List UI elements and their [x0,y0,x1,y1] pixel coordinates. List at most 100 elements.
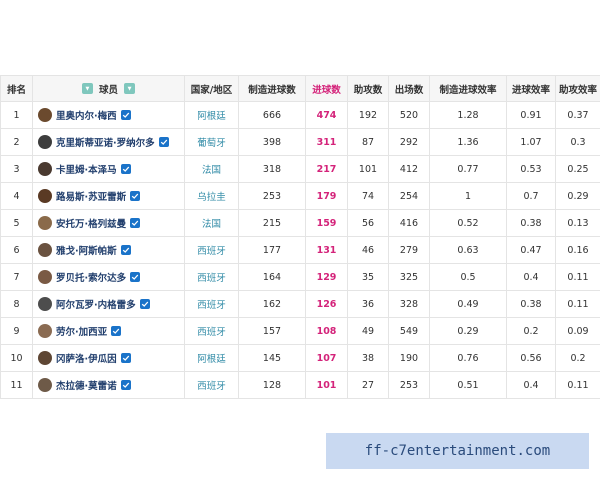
rank-cell: 5 [0,209,33,237]
avatar [38,324,52,338]
created-eff-cell: 0.63 [429,236,507,264]
goal-eff-cell: 0.2 [506,317,556,345]
player-cell[interactable]: 杰拉德·莫雷诺 [32,371,185,399]
header-country[interactable]: 国家/地区 [184,75,239,102]
verified-check-icon [130,191,141,201]
table-row[interactable]: 7 罗贝托·索尔达多 西班牙 164 129 35 325 0.5 0.4 0.11 [0,263,600,291]
avatar [38,108,52,122]
player-name[interactable]: 里奥内尔·梅西 [56,108,117,122]
country-cell: 乌拉圭 [184,182,239,210]
apps-cell: 412 [388,155,430,183]
header-goals[interactable]: 进球数 [305,75,348,102]
table-row[interactable]: 5 安托万·格列兹曼 法国 215 159 56 416 0.52 0.38 0.13 [0,209,600,237]
created-eff-cell: 0.5 [429,263,507,291]
table-row[interactable]: 3 卡里姆·本泽马 法国 318 217 101 412 0.77 0.53 0.25 [0,155,600,183]
player-cell[interactable]: 雅戈·阿斯帕斯 [32,236,185,264]
rank-cell: 9 [0,317,33,345]
header-player[interactable]: ▼ 球员 ▼ [32,75,185,102]
header-goal-eff[interactable]: 进球效率 [506,75,556,102]
verified-check-icon [111,326,122,336]
player-name[interactable]: 阿尔瓦罗·内格雷多 [56,297,136,311]
header-created[interactable]: 制造进球数 [238,75,306,102]
verified-check-icon [130,272,141,282]
created-eff-cell: 1.28 [429,101,507,129]
country-cell: 西班牙 [184,317,239,345]
filter-icon[interactable]: ▼ [81,83,93,94]
assists-cell: 46 [347,236,389,264]
header-assists[interactable]: 助攻数 [347,75,389,102]
table-row[interactable]: 2 克里斯蒂亚诺·罗纳尔多 葡萄牙 398 311 87 292 1.36 1.07 0.3 [0,128,600,156]
table-row[interactable]: 8 阿尔瓦罗·内格雷多 西班牙 162 126 36 328 0.49 0.38 0.11 [0,290,600,318]
avatar [38,243,52,257]
table-row[interactable]: 10 冈萨洛·伊瓜因 阿根廷 145 107 38 190 0.76 0.56 0.2 [0,344,600,372]
player-name[interactable]: 安托万·格列兹曼 [56,216,126,230]
player-cell[interactable]: 劳尔·加西亚 [32,317,185,345]
created-cell: 318 [238,155,306,183]
apps-cell: 325 [388,263,430,291]
rank-cell: 2 [0,128,33,156]
player-name[interactable]: 克里斯蒂亚诺·罗纳尔多 [56,135,155,149]
player-cell[interactable]: 罗贝托·索尔达多 [32,263,185,291]
created-cell: 162 [238,290,306,318]
goal-eff-cell: 0.38 [506,290,556,318]
assist-eff-cell: 0.11 [555,290,600,318]
rank-cell: 11 [0,371,33,399]
header-assist-eff[interactable]: 助攻效率 [555,75,600,102]
rank-cell: 4 [0,182,33,210]
header-player-label: 球员 [98,84,118,96]
player-name[interactable]: 罗贝托·索尔达多 [56,270,126,284]
table-row[interactable]: 11 杰拉德·莫雷诺 西班牙 128 101 27 253 0.51 0.4 0.11 [0,371,600,399]
verified-check-icon [120,164,131,174]
header-apps[interactable]: 出场数 [388,75,430,102]
table-row[interactable]: 4 路易斯·苏亚雷斯 乌拉圭 253 179 74 254 1 0.7 0.29 [0,182,600,210]
country-cell: 法国 [184,155,239,183]
assists-cell: 101 [347,155,389,183]
player-name[interactable]: 卡里姆·本泽马 [56,162,117,176]
goal-eff-cell: 0.53 [506,155,556,183]
goal-eff-cell: 0.4 [506,263,556,291]
player-name[interactable]: 劳尔·加西亚 [56,324,107,338]
rank-cell: 6 [0,236,33,264]
header-rank[interactable]: 排名 [0,75,33,102]
player-cell[interactable]: 路易斯·苏亚雷斯 [32,182,185,210]
assist-eff-cell: 0.09 [555,317,600,345]
created-eff-cell: 0.29 [429,317,507,345]
apps-cell: 328 [388,290,430,318]
player-cell[interactable]: 安托万·格列兹曼 [32,209,185,237]
goals-cell: 108 [305,317,348,345]
goals-cell: 311 [305,128,348,156]
avatar [38,189,52,203]
player-cell[interactable]: 克里斯蒂亚诺·罗纳尔多 [32,128,185,156]
goal-eff-cell: 0.38 [506,209,556,237]
goal-eff-cell: 0.56 [506,344,556,372]
assist-eff-cell: 0.29 [555,182,600,210]
header-created-eff[interactable]: 制造进球效率 [429,75,507,102]
created-eff-cell: 0.77 [429,155,507,183]
created-eff-cell: 1.36 [429,128,507,156]
created-eff-cell: 0.51 [429,371,507,399]
assists-cell: 87 [347,128,389,156]
table-row[interactable]: 1 里奥内尔·梅西 阿根廷 666 474 192 520 1.28 0.91 0.37 [0,101,600,129]
apps-cell: 253 [388,371,430,399]
goals-cell: 129 [305,263,348,291]
player-name[interactable]: 路易斯·苏亚雷斯 [56,189,126,203]
created-cell: 128 [238,371,306,399]
player-name[interactable]: 杰拉德·莫雷诺 [56,378,117,392]
rank-cell: 1 [0,101,33,129]
filter-icon[interactable]: ▼ [124,83,135,94]
assists-cell: 56 [347,209,389,237]
player-name[interactable]: 雅戈·阿斯帕斯 [56,243,117,257]
player-cell[interactable]: 卡里姆·本泽马 [32,155,185,183]
goal-eff-cell: 0.4 [506,371,556,399]
player-name[interactable]: 冈萨洛·伊瓜因 [56,351,117,365]
created-cell: 666 [238,101,306,129]
player-cell[interactable]: 里奥内尔·梅西 [32,101,185,129]
assists-cell: 27 [347,371,389,399]
apps-cell: 549 [388,317,430,345]
player-cell[interactable]: 阿尔瓦罗·内格雷多 [32,290,185,318]
goal-eff-cell: 0.7 [506,182,556,210]
player-cell[interactable]: 冈萨洛·伊瓜因 [32,344,185,372]
table-row[interactable]: 6 雅戈·阿斯帕斯 西班牙 177 131 46 279 0.63 0.47 0.16 [0,236,600,264]
table-row[interactable]: 9 劳尔·加西亚 西班牙 157 108 49 549 0.29 0.2 0.09 [0,317,600,345]
verified-check-icon [158,137,169,147]
